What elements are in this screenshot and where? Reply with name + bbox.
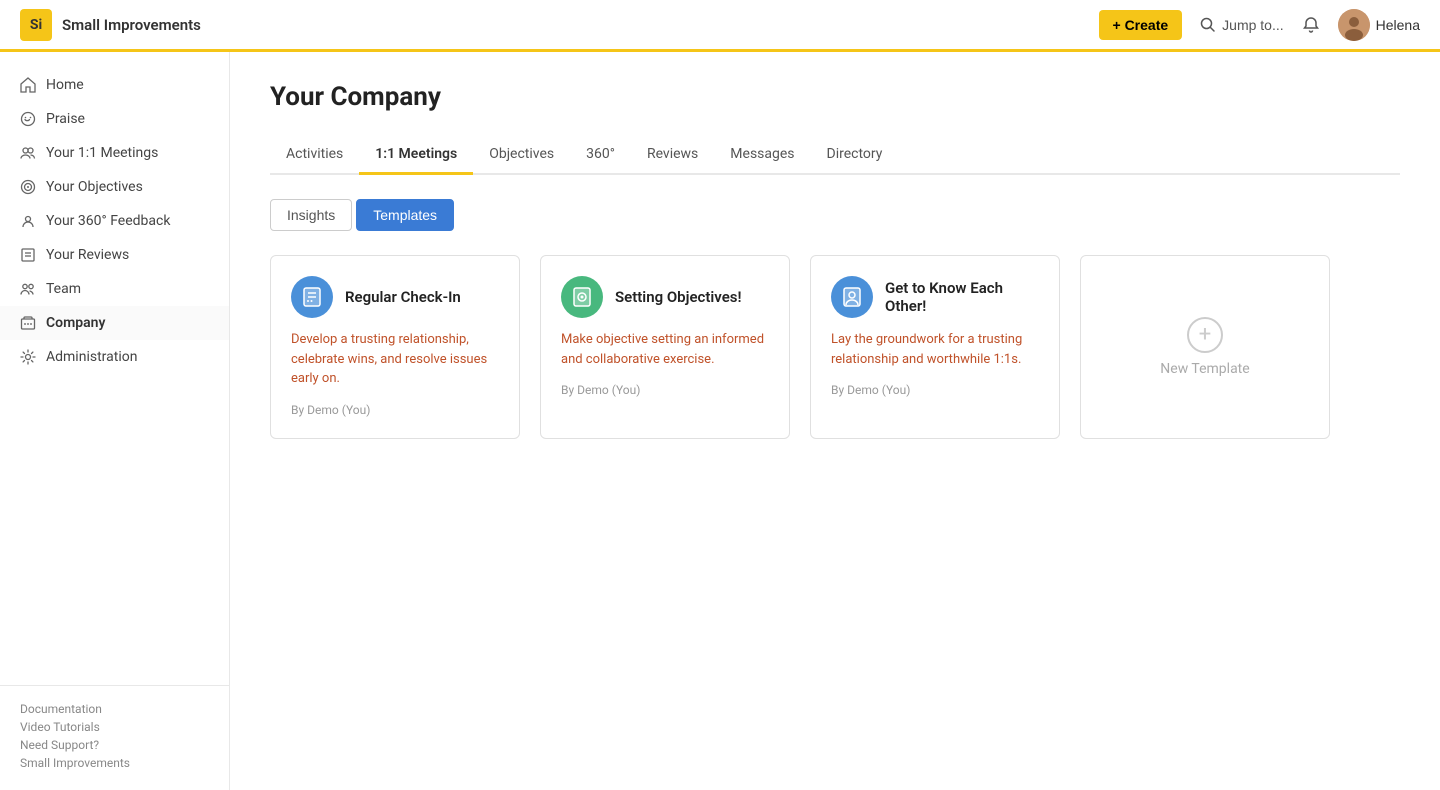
sidebar-item-team[interactable]: Team [0, 272, 229, 306]
sub-tabs: Insights Templates [270, 199, 1400, 231]
sidebar-item-home-label: Home [46, 77, 84, 93]
card-icon-blue [291, 276, 333, 318]
tab-objectives[interactable]: Objectives [473, 136, 570, 175]
tab-directory[interactable]: Directory [811, 136, 899, 175]
tab-meetings[interactable]: 1:1 Meetings [359, 136, 473, 175]
company-icon [20, 315, 36, 331]
tab-activities[interactable]: Activities [270, 136, 359, 175]
sidebar-item-company-label: Company [46, 315, 105, 331]
sidebar-item-reviews[interactable]: Your Reviews [0, 238, 229, 272]
template-card-get-to-know[interactable]: Get to Know Each Other! Lay the groundwo… [810, 255, 1060, 439]
team-icon [20, 281, 36, 297]
user-menu-button[interactable]: Helena [1338, 9, 1420, 41]
sub-tab-insights[interactable]: Insights [270, 199, 352, 231]
new-template-label: New Template [1160, 361, 1249, 377]
sidebar-nav: Home Praise Your [0, 52, 229, 685]
home-icon [20, 77, 36, 93]
main-content: Your Company Activities 1:1 Meetings Obj… [230, 52, 1440, 790]
card-icon-green [561, 276, 603, 318]
sidebar: Home Praise Your [0, 52, 230, 790]
card-title-1: Regular Check-In [345, 288, 461, 306]
plus-icon: + [1187, 317, 1223, 353]
card-icon-blue-2 [831, 276, 873, 318]
main-tabs: Activities 1:1 Meetings Objectives 360° … [270, 136, 1400, 175]
sidebar-footer: Documentation Video Tutorials Need Suppo… [0, 685, 229, 790]
bell-icon [1302, 16, 1320, 34]
nav-brand: Si Small Improvements [20, 9, 201, 41]
top-navigation: Si Small Improvements + Create Jump to..… [0, 0, 1440, 52]
sidebar-item-company[interactable]: Company [0, 306, 229, 340]
user-name: Helena [1376, 17, 1420, 33]
meetings-icon [20, 145, 36, 161]
objectives-icon [20, 179, 36, 195]
card-author-3: By Demo (You) [831, 383, 910, 397]
sidebar-item-praise-label: Praise [46, 111, 85, 127]
sidebar-item-reviews-label: Your Reviews [46, 247, 129, 263]
footer-link-brand[interactable]: Small Improvements [20, 756, 209, 770]
template-card-setting-objectives[interactable]: Setting Objectives! Make objective setti… [540, 255, 790, 439]
create-button[interactable]: + Create [1099, 10, 1183, 40]
template-cards-grid: Regular Check-In Develop a trusting rela… [270, 255, 1400, 439]
sidebar-item-feedback-label: Your 360° Feedback [46, 213, 170, 229]
sidebar-item-team-label: Team [46, 281, 81, 297]
feedback-icon [20, 213, 36, 229]
notifications-button[interactable] [1302, 16, 1320, 34]
sub-tab-templates[interactable]: Templates [356, 199, 454, 231]
sidebar-item-admin-label: Administration [46, 349, 137, 365]
jump-to-button[interactable]: Jump to... [1200, 17, 1283, 33]
page-title: Your Company [270, 82, 1400, 112]
sidebar-item-meetings-label: Your 1:1 Meetings [46, 145, 158, 161]
footer-link-docs[interactable]: Documentation [20, 702, 209, 716]
card-desc-3: Lay the groundwork for a trusting relati… [831, 330, 1039, 369]
main-inner: Your Company Activities 1:1 Meetings Obj… [230, 52, 1440, 469]
card-header-2: Setting Objectives! [561, 276, 769, 318]
tab-reviews[interactable]: Reviews [631, 136, 714, 175]
avatar [1338, 9, 1370, 41]
footer-link-videos[interactable]: Video Tutorials [20, 720, 209, 734]
card-desc-2: Make objective setting an informed and c… [561, 330, 769, 369]
card-header: Regular Check-In [291, 276, 499, 318]
nav-actions: + Create Jump to... Helena [1099, 9, 1421, 41]
app-logo: Si [20, 9, 52, 41]
card-title-3: Get to Know Each Other! [885, 279, 1039, 315]
new-template-card[interactable]: + New Template [1080, 255, 1330, 439]
footer-link-support[interactable]: Need Support? [20, 738, 209, 752]
card-author-2: By Demo (You) [561, 383, 640, 397]
sidebar-item-meetings[interactable]: Your 1:1 Meetings [0, 136, 229, 170]
praise-icon [20, 111, 36, 127]
card-desc-1: Develop a trusting relationship, celebra… [291, 330, 499, 389]
main-layout: Home Praise Your [0, 52, 1440, 790]
tab-messages[interactable]: Messages [714, 136, 810, 175]
sidebar-item-objectives-label: Your Objectives [46, 179, 143, 195]
sidebar-item-home[interactable]: Home [0, 68, 229, 102]
admin-icon [20, 349, 36, 365]
app-name: Small Improvements [62, 16, 201, 34]
sidebar-item-praise[interactable]: Praise [0, 102, 229, 136]
template-card-regular-checkin[interactable]: Regular Check-In Develop a trusting rela… [270, 255, 520, 439]
sidebar-item-feedback[interactable]: Your 360° Feedback [0, 204, 229, 238]
card-author-1: By Demo (You) [291, 403, 370, 417]
search-icon [1200, 17, 1216, 33]
tab-360[interactable]: 360° [570, 136, 631, 175]
card-header-3: Get to Know Each Other! [831, 276, 1039, 318]
sidebar-item-objectives[interactable]: Your Objectives [0, 170, 229, 204]
reviews-icon [20, 247, 36, 263]
card-title-2: Setting Objectives! [615, 288, 742, 306]
sidebar-item-admin[interactable]: Administration [0, 340, 229, 374]
